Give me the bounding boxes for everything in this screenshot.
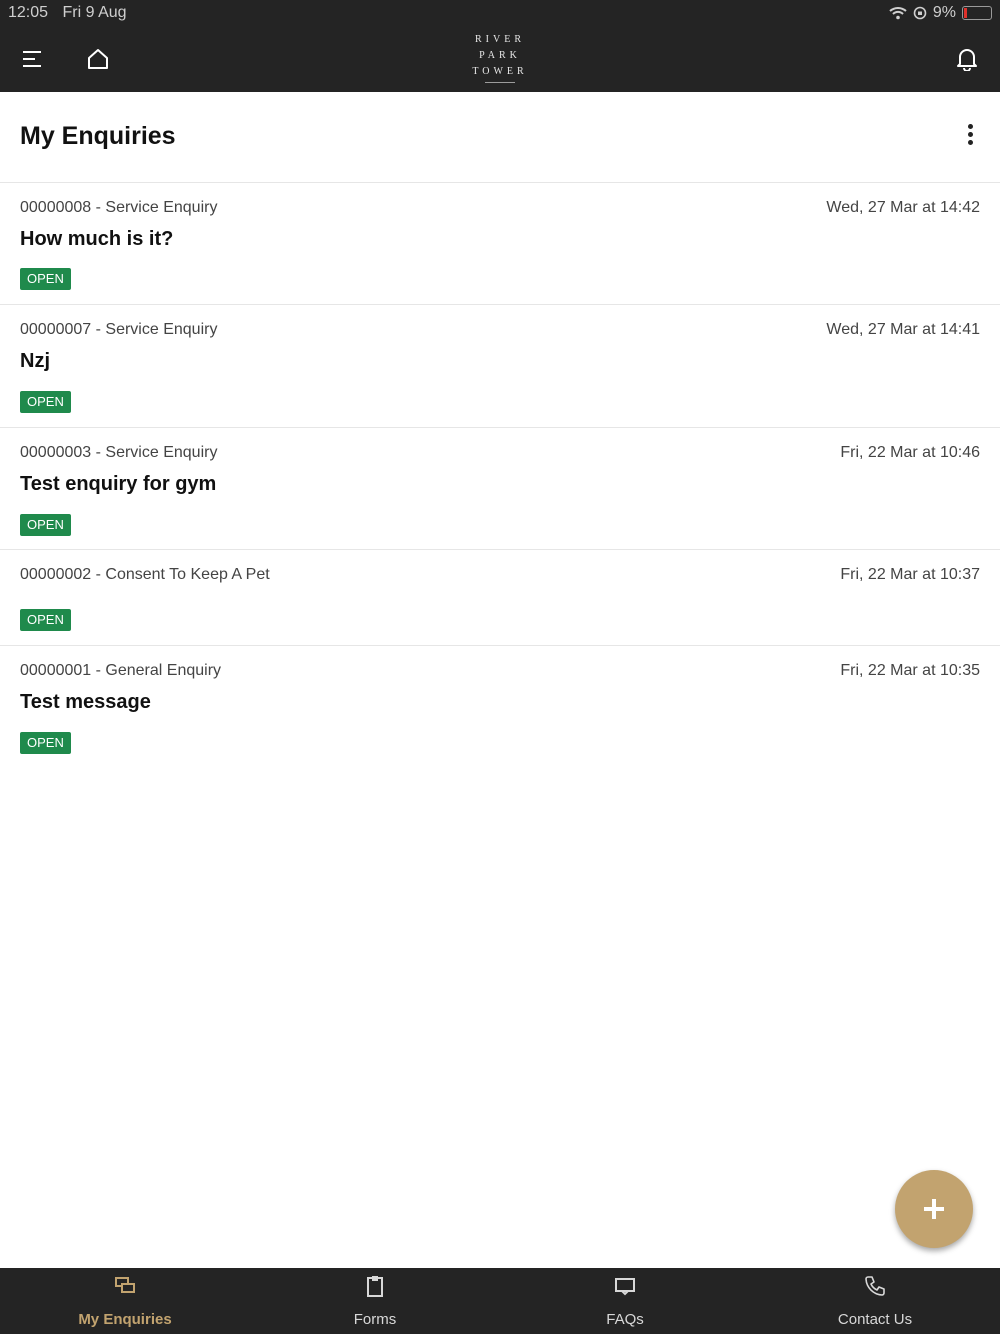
wifi-icon <box>889 7 907 20</box>
enquiry-subject: Nzj <box>20 350 50 372</box>
page-title: My Enquiries <box>20 122 176 150</box>
message-icon <box>615 1278 635 1296</box>
enquiry-list: 00000008 - Service Enquiry Wed, 27 Mar a… <box>0 183 1000 767</box>
tab-label: FAQs <box>606 1311 644 1328</box>
new-enquiry-button[interactable] <box>895 1170 973 1248</box>
tab-label: Contact Us <box>837 1311 913 1328</box>
bottom-tab-bar: My Enquiries Forms FAQs Contact Us <box>0 1268 1000 1334</box>
enquiry-subject: How much is it? <box>20 228 174 250</box>
plus-icon <box>924 1199 944 1219</box>
page-header: My Enquiries <box>0 92 1000 183</box>
clipboard-icon <box>367 1276 383 1297</box>
menu-button[interactable] <box>13 39 53 79</box>
home-button[interactable] <box>78 39 118 79</box>
enquiry-subject: Test message <box>20 691 151 713</box>
battery-icon <box>962 6 992 20</box>
phone-icon <box>865 1276 885 1296</box>
enquiry-reference: 00000003 - Service Enquiry <box>20 444 218 461</box>
tab-label: Forms <box>353 1311 397 1328</box>
enquiries-icon <box>115 1277 135 1293</box>
enquiry-reference: 00000008 - Service Enquiry <box>20 199 218 216</box>
tab-my-enquiries[interactable]: My Enquiries <box>0 1268 250 1334</box>
river-park-tower-logo: RIVER PARK TOWER <box>450 32 550 83</box>
battery-percent: 9% <box>932 4 956 21</box>
enquiry-date: Fri, 22 Mar at 10:35 <box>840 662 980 679</box>
home-icon <box>88 49 108 69</box>
tab-contact-us[interactable]: Contact Us <box>750 1268 1000 1334</box>
status-time: 12:05 <box>8 4 49 21</box>
status-badge: OPEN <box>20 609 71 631</box>
tab-label: My Enquiries <box>78 1311 172 1328</box>
app-header: RIVER PARK TOWER <box>0 26 1000 92</box>
enquiry-item[interactable]: 00000001 - General Enquiry Fri, 22 Mar a… <box>0 646 1000 767</box>
enquiry-item[interactable]: 00000008 - Service Enquiry Wed, 27 Mar a… <box>0 183 1000 305</box>
enquiry-date: Wed, 27 Mar at 14:41 <box>826 321 980 338</box>
orientation-lock-icon <box>913 6 927 20</box>
status-badge: OPEN <box>20 391 71 413</box>
notifications-button[interactable] <box>947 39 987 79</box>
enquiry-reference: 00000007 - Service Enquiry <box>20 321 218 338</box>
enquiry-item[interactable]: 00000002 - Consent To Keep A Pet Fri, 22… <box>0 550 1000 646</box>
menu-icon <box>23 51 41 67</box>
enquiry-reference: 00000002 - Consent To Keep A Pet <box>20 566 270 583</box>
enquiry-item[interactable]: 00000007 - Service Enquiry Wed, 27 Mar a… <box>0 305 1000 428</box>
status-date: Fri 9 Aug <box>62 4 127 21</box>
enquiry-date: Fri, 22 Mar at 10:46 <box>840 444 980 461</box>
enquiry-date: Fri, 22 Mar at 10:37 <box>840 566 980 583</box>
enquiry-item[interactable]: 00000003 - Service Enquiry Fri, 22 Mar a… <box>0 428 1000 550</box>
more-vertical-icon <box>962 124 978 145</box>
enquiry-subject: Test enquiry for gym <box>20 473 217 495</box>
status-badge: OPEN <box>20 268 71 290</box>
enquiry-reference: 00000001 - General Enquiry <box>20 662 222 679</box>
enquiry-date: Wed, 27 Mar at 14:42 <box>826 199 980 216</box>
tab-faqs[interactable]: FAQs <box>500 1268 750 1334</box>
status-badge: OPEN <box>20 514 71 536</box>
more-options-button[interactable] <box>962 124 978 148</box>
status-bar: 12:05 Fri 9 Aug 9% <box>0 0 1000 26</box>
status-badge: OPEN <box>20 732 71 754</box>
tab-forms[interactable]: Forms <box>250 1268 500 1334</box>
bell-icon <box>957 49 977 71</box>
